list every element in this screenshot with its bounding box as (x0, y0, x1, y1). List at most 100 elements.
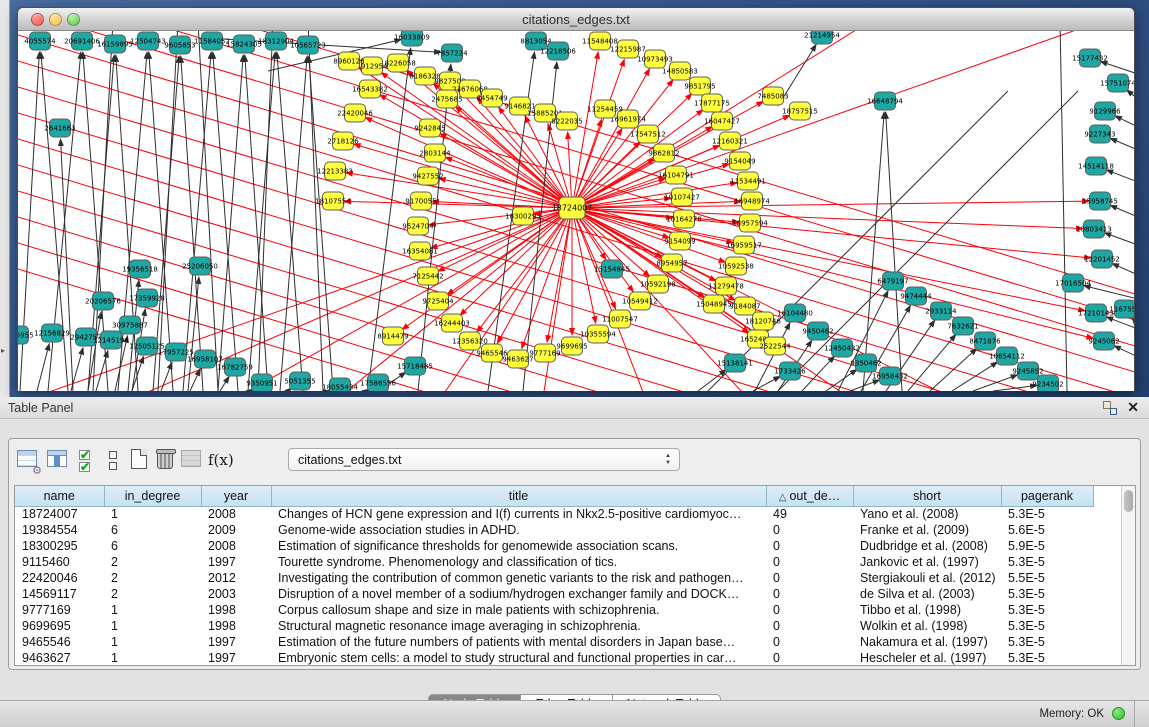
black-edge[interactable] (1127, 90, 1134, 99)
graph-node[interactable]: 8471876 (969, 332, 1001, 350)
graph-node[interactable]: 5051355 (284, 372, 315, 390)
graph-node[interactable]: 15048945 (696, 295, 732, 313)
table-row[interactable]: 946554611997Estimation of the future num… (15, 634, 1093, 650)
graph-node[interactable]: 12504743 (130, 32, 166, 50)
graph-node[interactable]: 12201452 (1084, 250, 1120, 268)
table-row[interactable]: 1830029562008Estimation of significance … (15, 538, 1093, 554)
graph-node[interactable]: 9170055 (405, 192, 436, 210)
select-columns-button[interactable] (46, 448, 70, 474)
graph-node[interactable]: 8914479 (377, 327, 408, 345)
graph-node[interactable]: 7632621 (947, 317, 978, 335)
window-titlebar[interactable]: citations_edges.txt (18, 8, 1134, 31)
red-edge[interactable] (18, 31, 1134, 327)
black-edge[interactable] (1112, 263, 1134, 275)
black-edge[interactable] (277, 52, 303, 391)
graph-node[interactable]: 20691406 (64, 32, 100, 50)
red-edge[interactable] (572, 208, 1093, 338)
table-row[interactable]: 1872400712008Changes of HCN gene express… (15, 506, 1093, 522)
black-edge[interactable] (1060, 31, 1067, 391)
black-edge[interactable] (778, 91, 1078, 391)
black-edge[interactable] (1100, 61, 1134, 74)
black-edge[interactable] (158, 31, 178, 391)
graph-node[interactable]: 9154049 (724, 152, 755, 170)
black-edge[interactable] (188, 277, 199, 391)
graph-node[interactable]: 9129966 (1089, 102, 1121, 120)
black-edge[interactable] (1132, 318, 1134, 325)
table-select-dropdown[interactable]: citations_edges.txt ▲▼ (288, 448, 680, 471)
black-edge[interactable] (1104, 233, 1134, 245)
graph-node[interactable]: 20206576 (85, 292, 121, 310)
graph-node[interactable]: 2803144 (419, 144, 451, 162)
table-settings-button[interactable]: ⚙ (16, 448, 40, 474)
graph-node[interactable]: 25206050 (182, 257, 218, 275)
graph-node[interactable]: 18107554 (315, 192, 351, 210)
graph-node[interactable]: 2718126 (327, 132, 359, 150)
black-edge[interactable] (1106, 170, 1134, 182)
black-edge[interactable] (1114, 346, 1134, 357)
graph-node[interactable]: 15751074 (1100, 74, 1134, 92)
black-edge[interactable] (181, 56, 203, 391)
graph-node[interactable]: 9524704 (402, 217, 434, 235)
black-edge[interactable] (908, 334, 956, 391)
float-window-icon[interactable] (1103, 401, 1117, 415)
graph-node[interactable]: 12213383 (317, 162, 353, 180)
column-header-out_degree[interactable]: △out_de… (766, 486, 853, 506)
graph-node[interactable]: 17016504 (1055, 274, 1091, 292)
graph-node[interactable]: 12156829 (34, 324, 70, 342)
graph-node[interactable]: 18055434 (322, 378, 358, 391)
graph-node[interactable]: 11007547 (602, 310, 638, 328)
column-header-name[interactable]: name (15, 486, 104, 506)
graph-node[interactable]: 15177432 (1072, 49, 1108, 67)
black-edge[interactable] (1115, 116, 1134, 127)
graph-node[interactable]: 7125442 (412, 267, 443, 285)
graph-node[interactable]: 14514118 (1078, 157, 1114, 175)
graph-node[interactable]: 11534491 (730, 172, 766, 190)
vertical-scrollbar[interactable] (1121, 486, 1135, 665)
black-edge[interactable] (753, 376, 780, 391)
black-edge[interactable] (1084, 286, 1134, 299)
red-edge[interactable] (572, 183, 737, 208)
column-header-short[interactable]: short (853, 486, 1001, 506)
table-row[interactable]: 1456911722003Disruption of a novel membe… (15, 586, 1093, 602)
graph-node[interactable]: 21214954 (804, 31, 840, 44)
table-row[interactable]: 977716911998Corpus callosum shape and si… (15, 602, 1093, 618)
column-header-pagerank[interactable]: pagerank (1001, 486, 1093, 506)
black-edge[interactable] (993, 385, 1037, 391)
black-edge[interactable] (863, 112, 884, 391)
panel-splitter[interactable]: ▸ (0, 0, 10, 397)
red-edge[interactable] (18, 31, 1134, 353)
graph-node[interactable]: 16104480 (777, 304, 813, 322)
table-row[interactable]: 2242004622012Investigating the contribut… (15, 570, 1093, 586)
graph-node[interactable]: 4055574 (24, 32, 56, 50)
graph-node[interactable]: 15958745 (1082, 192, 1118, 210)
table-row[interactable]: 1938455462009Genome-wide association stu… (15, 522, 1093, 538)
graph-node[interactable]: 15138141 (717, 354, 753, 372)
graph-node[interactable]: 15718485 (397, 357, 433, 375)
new-column-button[interactable] (128, 448, 152, 474)
graph-node[interactable]: 18957594 (732, 214, 768, 232)
graph-node[interactable]: 9350951 (246, 374, 277, 391)
red-edge[interactable] (477, 208, 572, 332)
black-edge[interactable] (698, 370, 726, 391)
black-edge[interactable] (218, 55, 243, 391)
graph-node[interactable]: 17877175 (694, 94, 730, 112)
graph-node[interactable]: 18312904 (258, 32, 294, 50)
unselect-columns-button[interactable] (102, 448, 126, 474)
splitter-arrow-icon[interactable]: ▸ (1, 346, 5, 355)
memory-ok-icon[interactable] (1112, 707, 1125, 720)
delete-column-button[interactable] (154, 448, 178, 474)
graph-node[interactable]: 9154099 (664, 232, 695, 250)
graph-node[interactable]: 7857224 (436, 44, 468, 62)
table-row[interactable]: 911546021997Tourette syndrome. Phenomeno… (15, 554, 1093, 570)
graph-node[interactable]: 16648794 (867, 92, 903, 110)
graph-node[interactable]: 9605853 (164, 36, 195, 54)
function-builder-button[interactable]: f(x) (208, 451, 234, 469)
column-header-year[interactable]: year (201, 486, 271, 506)
scrollbar-thumb[interactable] (1124, 490, 1133, 512)
graph-node[interactable]: 10565723 (290, 36, 326, 54)
black-edge[interactable] (1110, 205, 1134, 217)
black-edge[interactable] (258, 31, 273, 391)
graph-node[interactable]: 2641663 (44, 119, 75, 137)
graph-node[interactable]: 9851795 (684, 77, 715, 95)
graph-node[interactable]: 3315955 (18, 326, 34, 344)
